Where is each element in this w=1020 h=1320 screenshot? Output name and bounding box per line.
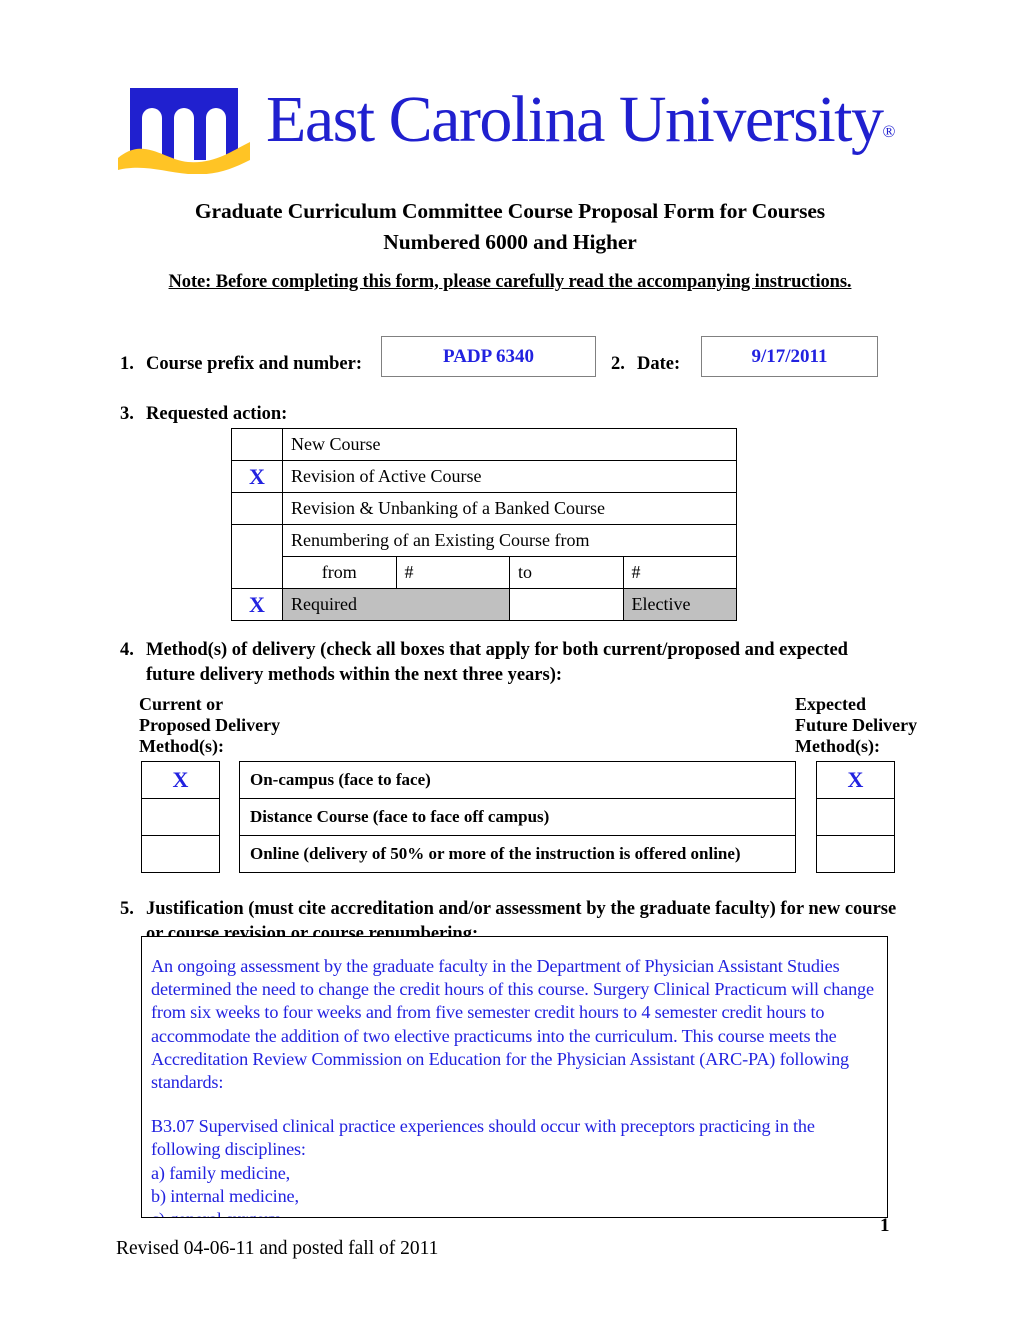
future-delivery-heading-line-2: Future Delivery [795,715,918,735]
checkbox-new-course[interactable] [231,428,283,461]
checkbox-current-distance[interactable] [141,798,220,836]
future-delivery-heading: Expected Future Delivery Method(s): [795,694,917,757]
instructions-note: Note: Before completing this form, pleas… [168,272,852,292]
label-renumber-from: from [282,556,397,589]
checkbox-future-distance[interactable] [816,798,895,836]
delivery-method-label-table: On-campus (face to face) Distance Course… [239,761,796,873]
current-delivery-heading-line-2: Proposed Delivery [139,715,281,735]
table-row [141,835,220,873]
table-row: X [141,761,220,799]
justification-item-a: a) family medicine, [151,1162,291,1183]
renumber-to-input[interactable]: # [622,556,737,589]
label-on-campus: On-campus (face to face) [239,761,796,799]
checkbox-elective[interactable] [509,588,624,621]
section-4-number: 4. [120,640,134,660]
date-label-text: Date: [637,354,681,374]
table-row: Online (delivery of 50% or more of the i… [239,835,796,873]
table-row [816,835,895,873]
table-row [816,798,895,836]
label-renumbering: Renumbering of an Existing Course from [282,524,737,557]
section-2-number: 2. [611,354,625,374]
ecu-cupola-logo-icon [118,88,250,174]
table-row: Renumbering of an Existing Course from [231,524,737,589]
justification-paragraph-1: An ongoing assessment by the graduate fa… [151,956,874,1093]
table-row: Distance Course (face to face off campus… [239,798,796,836]
justification-item-c: c) general surgery, [151,1208,877,1217]
label-elective: Elective [622,588,737,621]
table-row: New Course [231,428,737,461]
table-row: from # to # [232,556,737,589]
section-5-number: 5. [120,899,134,919]
current-delivery-checkbox-table: X [141,761,220,873]
label-revision-active-course: Revision of Active Course [282,460,737,493]
table-row: On-campus (face to face) [239,761,796,799]
future-delivery-heading-line-3: Method(s): [795,736,880,756]
table-row [141,798,220,836]
ecu-wordmark: East Carolina University® [266,80,895,172]
checkbox-current-online[interactable] [141,835,220,873]
checkbox-renumbering[interactable] [231,524,283,589]
justification-paragraph-2: B3.07 Supervised clinical practice exper… [151,1116,815,1160]
course-prefix-label-text: Course prefix and number: [146,354,363,374]
requested-action-label-text: Requested action: [146,404,288,424]
footer-revision-note: Revised 04-06-11 and posted fall of 2011 [116,1238,439,1259]
page-number: 1 [880,1215,890,1236]
checkbox-revision-active-course[interactable]: X [231,460,283,493]
document-page: East Carolina University® Graduate Curri… [0,0,1020,1320]
justification-label-line-1: Justification (must cite accreditation a… [146,899,897,919]
label-required: Required [282,588,510,621]
current-delivery-heading: Current or Proposed Delivery Method(s): [139,694,280,757]
current-delivery-heading-line-3: Method(s): [139,736,224,756]
label-new-course: New Course [282,428,737,461]
label-online-course: Online (delivery of 50% or more of the i… [239,835,796,873]
table-row: Revision & Unbanking of a Banked Course [231,492,737,525]
checkbox-future-online[interactable] [816,835,895,873]
label-revision-unbanking: Revision & Unbanking of a Banked Course [282,492,737,525]
ecu-wordmark-text: East Carolina University [266,83,884,156]
future-delivery-checkbox-table: X [816,761,895,873]
registered-mark-icon: ® [882,122,896,141]
checkbox-current-on-campus[interactable]: X [141,761,220,799]
table-row: X [816,761,895,799]
checkbox-revision-unbanking[interactable] [231,492,283,525]
current-delivery-heading-line-1: Current or [139,694,224,714]
section-1-number: 1. [120,354,134,374]
table-row: X Required Elective [231,588,737,621]
ecu-logo: East Carolina University® [118,83,908,182]
requested-action-label: 3. Requested action: [120,404,287,425]
delivery-method-label-line-2: future delivery methods within the next … [146,665,563,685]
checkbox-future-on-campus[interactable]: X [816,761,895,799]
table-row: X Revision of Active Course [231,460,737,493]
justification-item-b: b) internal medicine, [151,1185,299,1206]
course-prefix-label: 1. Course prefix and number: [120,354,362,375]
date-label: 2. Date: [611,354,680,375]
section-3-number: 3. [120,404,134,424]
date-input[interactable]: 9/17/2011 [701,336,878,377]
renumber-from-input[interactable]: # [395,556,510,589]
page-title-line-2: Numbered 6000 and Higher [383,230,637,254]
delivery-method-label-line-1: Method(s) of delivery (check all boxes t… [146,640,848,660]
page-title: Graduate Curriculum Committee Course Pro… [0,196,1020,258]
course-prefix-input[interactable]: PADP 6340 [381,336,596,377]
future-delivery-heading-line-1: Expected [795,694,866,714]
label-distance-course: Distance Course (face to face off campus… [239,798,796,836]
delivery-method-label: 4. Method(s) of delivery (check all boxes… [120,638,940,688]
label-renumber-to: to [509,556,624,589]
justification-textarea[interactable]: An ongoing assessment by the graduate fa… [141,936,888,1218]
checkbox-required[interactable]: X [231,588,283,621]
page-title-line-1: Graduate Curriculum Committee Course Pro… [194,199,826,223]
requested-action-table: New Course X Revision of Active Course R… [231,428,737,621]
